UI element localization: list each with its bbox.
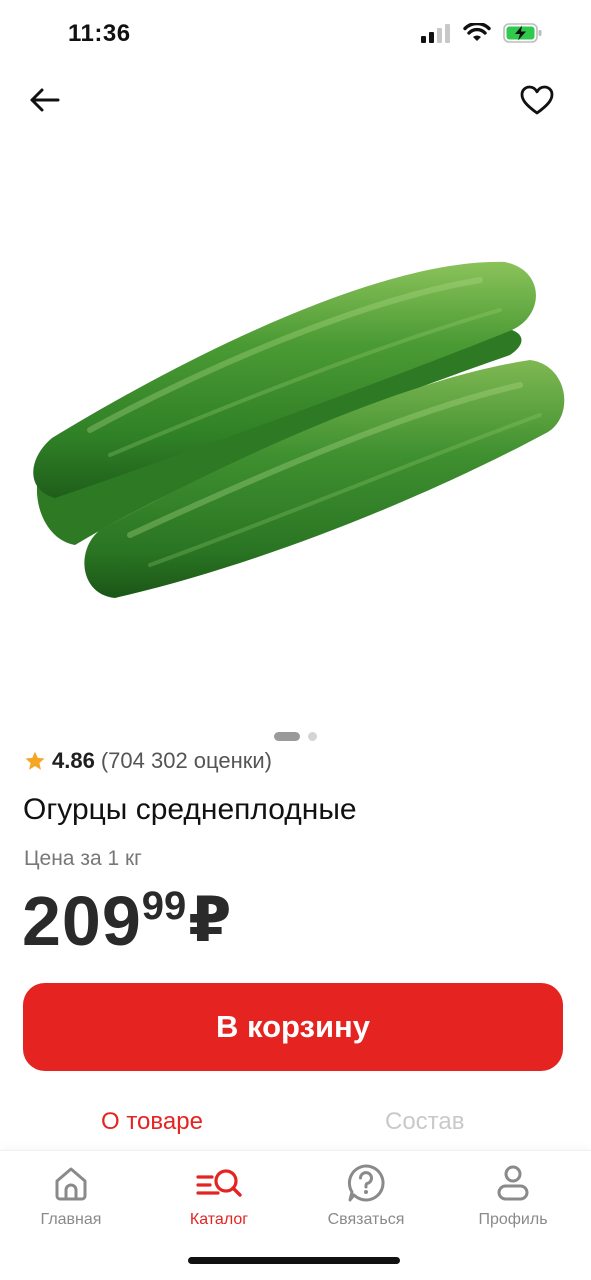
catalog-search-icon bbox=[196, 1169, 242, 1197]
tab-about[interactable]: О товаре bbox=[101, 1108, 203, 1136]
status-time: 11:36 bbox=[68, 20, 131, 47]
cellular-signal-icon bbox=[421, 24, 450, 43]
price-unit-label: Цена за 1 кг bbox=[24, 847, 142, 870]
star-icon bbox=[25, 751, 45, 770]
nav-home-label: Главная bbox=[40, 1211, 102, 1228]
rating-count: (704 302 оценки) bbox=[100, 748, 273, 773]
carousel-dot[interactable] bbox=[308, 731, 317, 741]
home-indicator[interactable] bbox=[188, 1257, 400, 1264]
nav-catalog-label: Каталог bbox=[189, 1211, 249, 1228]
profile-icon bbox=[497, 1165, 529, 1201]
price-kopecks: 99 bbox=[141, 884, 187, 928]
arrow-left-icon bbox=[30, 88, 60, 112]
home-icon bbox=[55, 1167, 87, 1201]
nav-profile[interactable]: Профиль bbox=[453, 1163, 573, 1229]
nav-home[interactable]: Главная bbox=[11, 1163, 131, 1229]
product-title: Огурцы среднеплодные bbox=[23, 793, 357, 826]
currency-symbol: ₽ bbox=[188, 886, 232, 955]
battery-charging-icon bbox=[503, 23, 542, 43]
favorite-button[interactable] bbox=[515, 78, 559, 122]
rating-value: 4.86 bbox=[52, 748, 95, 773]
nav-catalog[interactable]: Каталог bbox=[159, 1163, 279, 1229]
status-bar: 11:36 bbox=[0, 0, 591, 70]
price-rubles: 209 bbox=[22, 882, 142, 960]
rating[interactable]: 4.86 (704 302 оценки) bbox=[24, 748, 272, 774]
price: 209 99 ₽ bbox=[22, 880, 231, 962]
help-icon bbox=[347, 1164, 385, 1202]
add-to-cart-button[interactable]: В корзину bbox=[23, 983, 563, 1071]
back-button[interactable] bbox=[22, 78, 66, 122]
status-icons bbox=[421, 22, 543, 44]
wifi-icon bbox=[463, 23, 491, 41]
heart-icon bbox=[520, 85, 554, 115]
carousel-dot-active[interactable] bbox=[274, 731, 300, 741]
tab-composition[interactable]: Состав bbox=[385, 1108, 465, 1136]
nav-contact[interactable]: Связаться bbox=[306, 1163, 426, 1229]
product-image[interactable] bbox=[0, 140, 591, 720]
carousel-indicator bbox=[0, 730, 591, 742]
product-tabs: О товаре Состав bbox=[0, 1108, 591, 1157]
nav-contact-label: Связаться bbox=[327, 1211, 405, 1228]
nav-profile-label: Профиль bbox=[478, 1211, 548, 1228]
